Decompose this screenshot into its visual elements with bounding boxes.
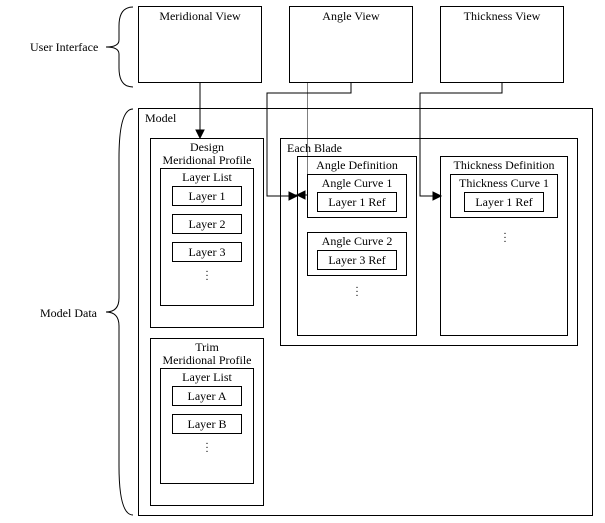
trim-layer-a: Layer A: [172, 386, 242, 406]
angle-curve-2-label: Angle Curve 2: [308, 234, 406, 249]
design-layer-2: Layer 2: [172, 214, 242, 234]
trim-layer-b: Layer B: [172, 414, 242, 434]
model-data-section-label: Model Data: [40, 306, 97, 321]
thickness-view-box: Thickness View: [440, 6, 564, 83]
ui-section-label: User Interface: [30, 40, 98, 55]
model-label: Model: [145, 111, 592, 126]
meridional-view-box: Meridional View: [138, 6, 262, 83]
meridional-view-label: Meridional View: [139, 9, 261, 24]
trim-layer-list-label: Layer List: [161, 370, 253, 385]
angle-curve-2-ref: Layer 3 Ref: [317, 250, 397, 270]
arrow-meridional-to-design: [194, 83, 206, 139]
design-layers-ellipsis: ...: [200, 268, 214, 280]
thickness-curves-ellipsis: ...: [498, 230, 512, 242]
trim-layers-ellipsis: ...: [200, 440, 214, 452]
angle-curves-ellipsis: ...: [350, 284, 364, 296]
thickness-view-label: Thickness View: [441, 9, 563, 24]
design-layer-1: Layer 1: [172, 186, 242, 206]
trim-title-2: Meridional Profile: [151, 353, 263, 368]
arrow-angle-to-angledef-path: [264, 83, 364, 203]
design-layer-list-label: Layer List: [161, 170, 253, 185]
angle-view-box: Angle View: [289, 6, 413, 83]
design-title-2: Meridional Profile: [151, 153, 263, 168]
ui-brace: [105, 6, 135, 88]
model-data-brace: [105, 108, 135, 516]
angle-view-label: Angle View: [290, 9, 412, 24]
design-layer-3: Layer 3: [172, 242, 242, 262]
arrow-thickness-to-thicknessdef: [413, 83, 513, 203]
